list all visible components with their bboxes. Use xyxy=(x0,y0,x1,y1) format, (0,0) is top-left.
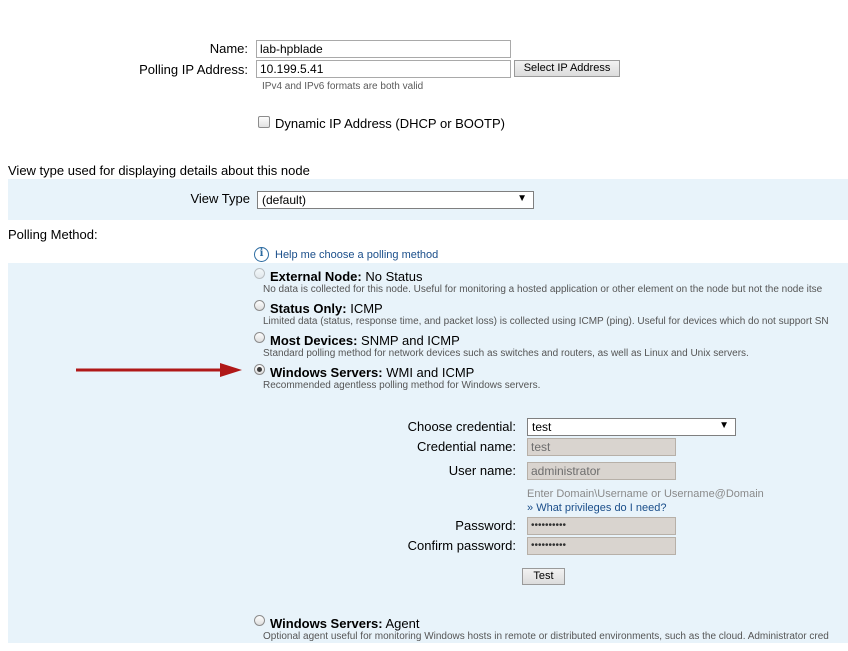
status-only-title: Status Only: ICMP xyxy=(270,301,383,316)
windows-agent-radio[interactable] xyxy=(254,615,265,626)
polling-ip-label: Polling IP Address: xyxy=(139,62,248,77)
password-input[interactable]: •••••••••• xyxy=(527,517,676,535)
dropdown-arrow-icon: ▼ xyxy=(719,420,729,431)
windows-wmi-title: Windows Servers: WMI and ICMP xyxy=(270,365,475,380)
privileges-link-row: » What privileges do I need? xyxy=(527,502,666,514)
external-node-radio[interactable] xyxy=(254,268,265,279)
user-name-input[interactable]: administrator xyxy=(527,462,676,480)
confirm-password-label: Confirm password: xyxy=(407,538,516,553)
view-type-value: (default) xyxy=(262,193,307,207)
windows-wmi-radio[interactable] xyxy=(254,364,265,375)
most-devices-title: Most Devices: SNMP and ICMP xyxy=(270,333,460,348)
info-icon: i xyxy=(254,247,269,262)
view-type-label: View Type xyxy=(190,191,250,206)
select-ip-address-button[interactable]: Select IP Address xyxy=(514,60,620,77)
test-button[interactable]: Test xyxy=(522,568,565,585)
what-privileges-link[interactable]: What privileges do I need? xyxy=(536,502,666,514)
password-label: Password: xyxy=(455,518,516,533)
dropdown-arrow-icon: ▼ xyxy=(517,193,527,204)
credential-name-label: Credential name: xyxy=(417,439,516,454)
view-type-section-title: View type used for displaying details ab… xyxy=(8,163,310,178)
double-chevron-icon: » xyxy=(527,502,534,514)
choose-credential-label: Choose credential: xyxy=(407,419,516,434)
choose-credential-value: test xyxy=(532,420,552,434)
status-only-radio[interactable] xyxy=(254,300,265,311)
ip-format-hint: IPv4 and IPv6 formats are both valid xyxy=(262,81,424,92)
external-node-title: External Node: No Status xyxy=(270,269,423,284)
dynamic-ip-checkbox[interactable] xyxy=(258,116,270,128)
most-devices-radio[interactable] xyxy=(254,332,265,343)
status-only-desc: Limited data (status, response time, and… xyxy=(263,316,829,327)
polling-method-title: Polling Method: xyxy=(8,227,98,242)
name-label: Name: xyxy=(209,41,248,56)
view-type-select[interactable]: (default) ▼ xyxy=(257,191,534,209)
most-devices-desc: Standard polling method for network devi… xyxy=(263,348,749,359)
confirm-password-input[interactable]: •••••••••• xyxy=(527,537,676,555)
help-choose-polling-link[interactable]: Help me choose a polling method xyxy=(275,249,438,261)
dynamic-ip-label: Dynamic IP Address (DHCP or BOOTP) xyxy=(275,116,505,131)
polling-ip-input[interactable]: 10.199.5.41 xyxy=(256,60,511,78)
user-name-hint: Enter Domain\Username or Username@Domain xyxy=(527,488,764,500)
windows-wmi-desc: Recommended agentless polling method for… xyxy=(263,380,541,391)
choose-credential-select[interactable]: test ▼ xyxy=(527,418,736,436)
windows-agent-title: Windows Servers: Agent xyxy=(270,616,420,631)
windows-agent-desc: Optional agent useful for monitoring Win… xyxy=(263,631,829,642)
name-input[interactable]: lab-hpblade xyxy=(256,40,511,58)
user-name-label: User name: xyxy=(448,463,516,478)
credential-name-input[interactable]: test xyxy=(527,438,676,456)
red-arrow-icon xyxy=(76,363,242,377)
external-node-desc: No data is collected for this node. Usef… xyxy=(263,284,823,295)
